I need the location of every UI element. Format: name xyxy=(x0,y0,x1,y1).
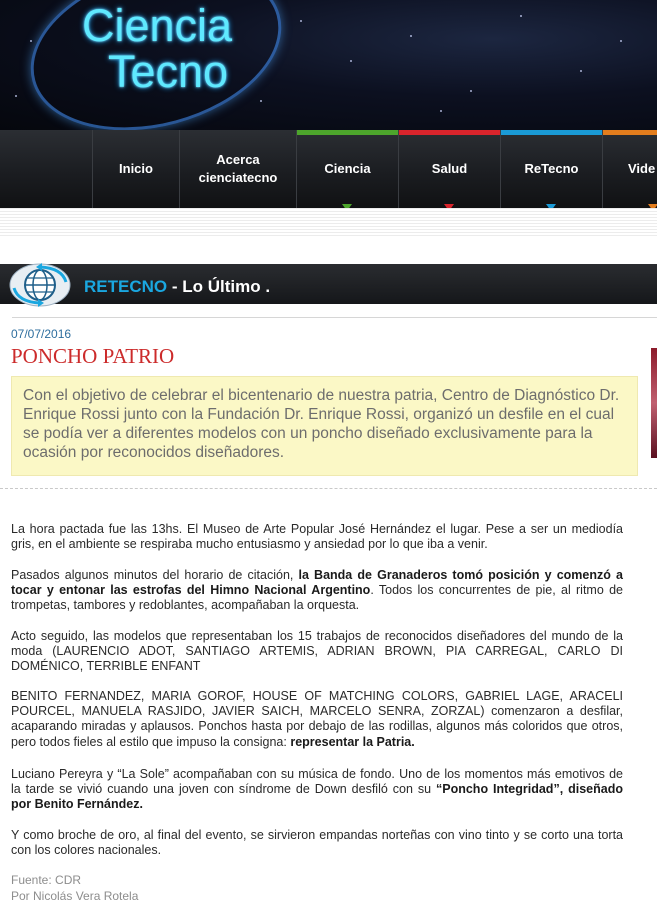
site-header: Ciencia Tecno xyxy=(0,0,657,130)
main-nav: Inicio Acerca cienciatecno Ciencia Salud… xyxy=(0,130,657,208)
nav-item-salud[interactable]: Salud xyxy=(398,130,500,208)
side-image-thumbnail[interactable] xyxy=(651,348,657,458)
nav-item-acerca[interactable]: Acerca cienciatecno xyxy=(179,130,296,208)
nav-item-label: Salud xyxy=(431,161,468,176)
article-title: PONCHO PATRIO xyxy=(11,344,175,368)
nav-color-bar xyxy=(399,130,500,135)
article-paragraph-4: BENITO FERNANDEZ, MARIA GOROF, HOUSE OF … xyxy=(11,689,623,750)
nav-item-label: Inicio xyxy=(119,161,153,176)
nav-color-bar xyxy=(603,130,657,135)
nav-color-bar xyxy=(501,130,602,135)
section-highlight[interactable]: RETECNO xyxy=(84,277,167,296)
dashed-divider xyxy=(0,488,657,489)
paragraph-text: Pasados algunos minutos del horario de c… xyxy=(11,568,299,582)
nav-color-bar xyxy=(297,130,398,135)
logo-line-1: Ciencia xyxy=(82,0,233,51)
logo-line-2: Tecno xyxy=(108,46,229,97)
article-paragraph-2: Pasados algunos minutos del horario de c… xyxy=(11,568,623,614)
section-title: RETECNO - Lo Último . xyxy=(84,277,270,297)
paragraph-bold-text: representar la Patria. xyxy=(290,734,415,749)
article-paragraph-6: Y como broche de oro, al final del event… xyxy=(11,828,623,858)
nav-item-label: ReTecno xyxy=(524,161,579,176)
nav-item-inicio[interactable]: Inicio xyxy=(92,130,179,208)
nav-shadow-stripes xyxy=(0,208,657,238)
article-date: 07/07/2016 xyxy=(11,327,72,341)
nav-item-label: Acerca cienciatecno xyxy=(198,152,278,185)
article-paragraph-5: Luciano Pereyra y “La Sole” acompañaban … xyxy=(11,767,623,813)
article-source: Fuente: CDR xyxy=(11,873,82,887)
section-subtitle: - Lo Último . xyxy=(167,277,271,296)
article-paragraph-1: La hora pactada fue las 13hs. El Museo d… xyxy=(11,522,623,552)
nav-item-videos[interactable]: Vide xyxy=(602,130,657,208)
nav-item-retecno[interactable]: ReTecno xyxy=(500,130,602,208)
nav-item-label: Vide xyxy=(628,161,656,176)
divider xyxy=(12,317,657,318)
article-author: Por Nicolás Vera Rotela xyxy=(11,889,139,903)
article-paragraph-3: Acto seguido, las modelos que representa… xyxy=(11,629,623,674)
nav-item-label: Ciencia xyxy=(324,161,371,176)
globe-icon xyxy=(8,262,72,308)
article-summary: Con el objetivo de celebrar el bicentena… xyxy=(11,376,638,476)
nav-item-ciencia[interactable]: Ciencia xyxy=(296,130,398,208)
